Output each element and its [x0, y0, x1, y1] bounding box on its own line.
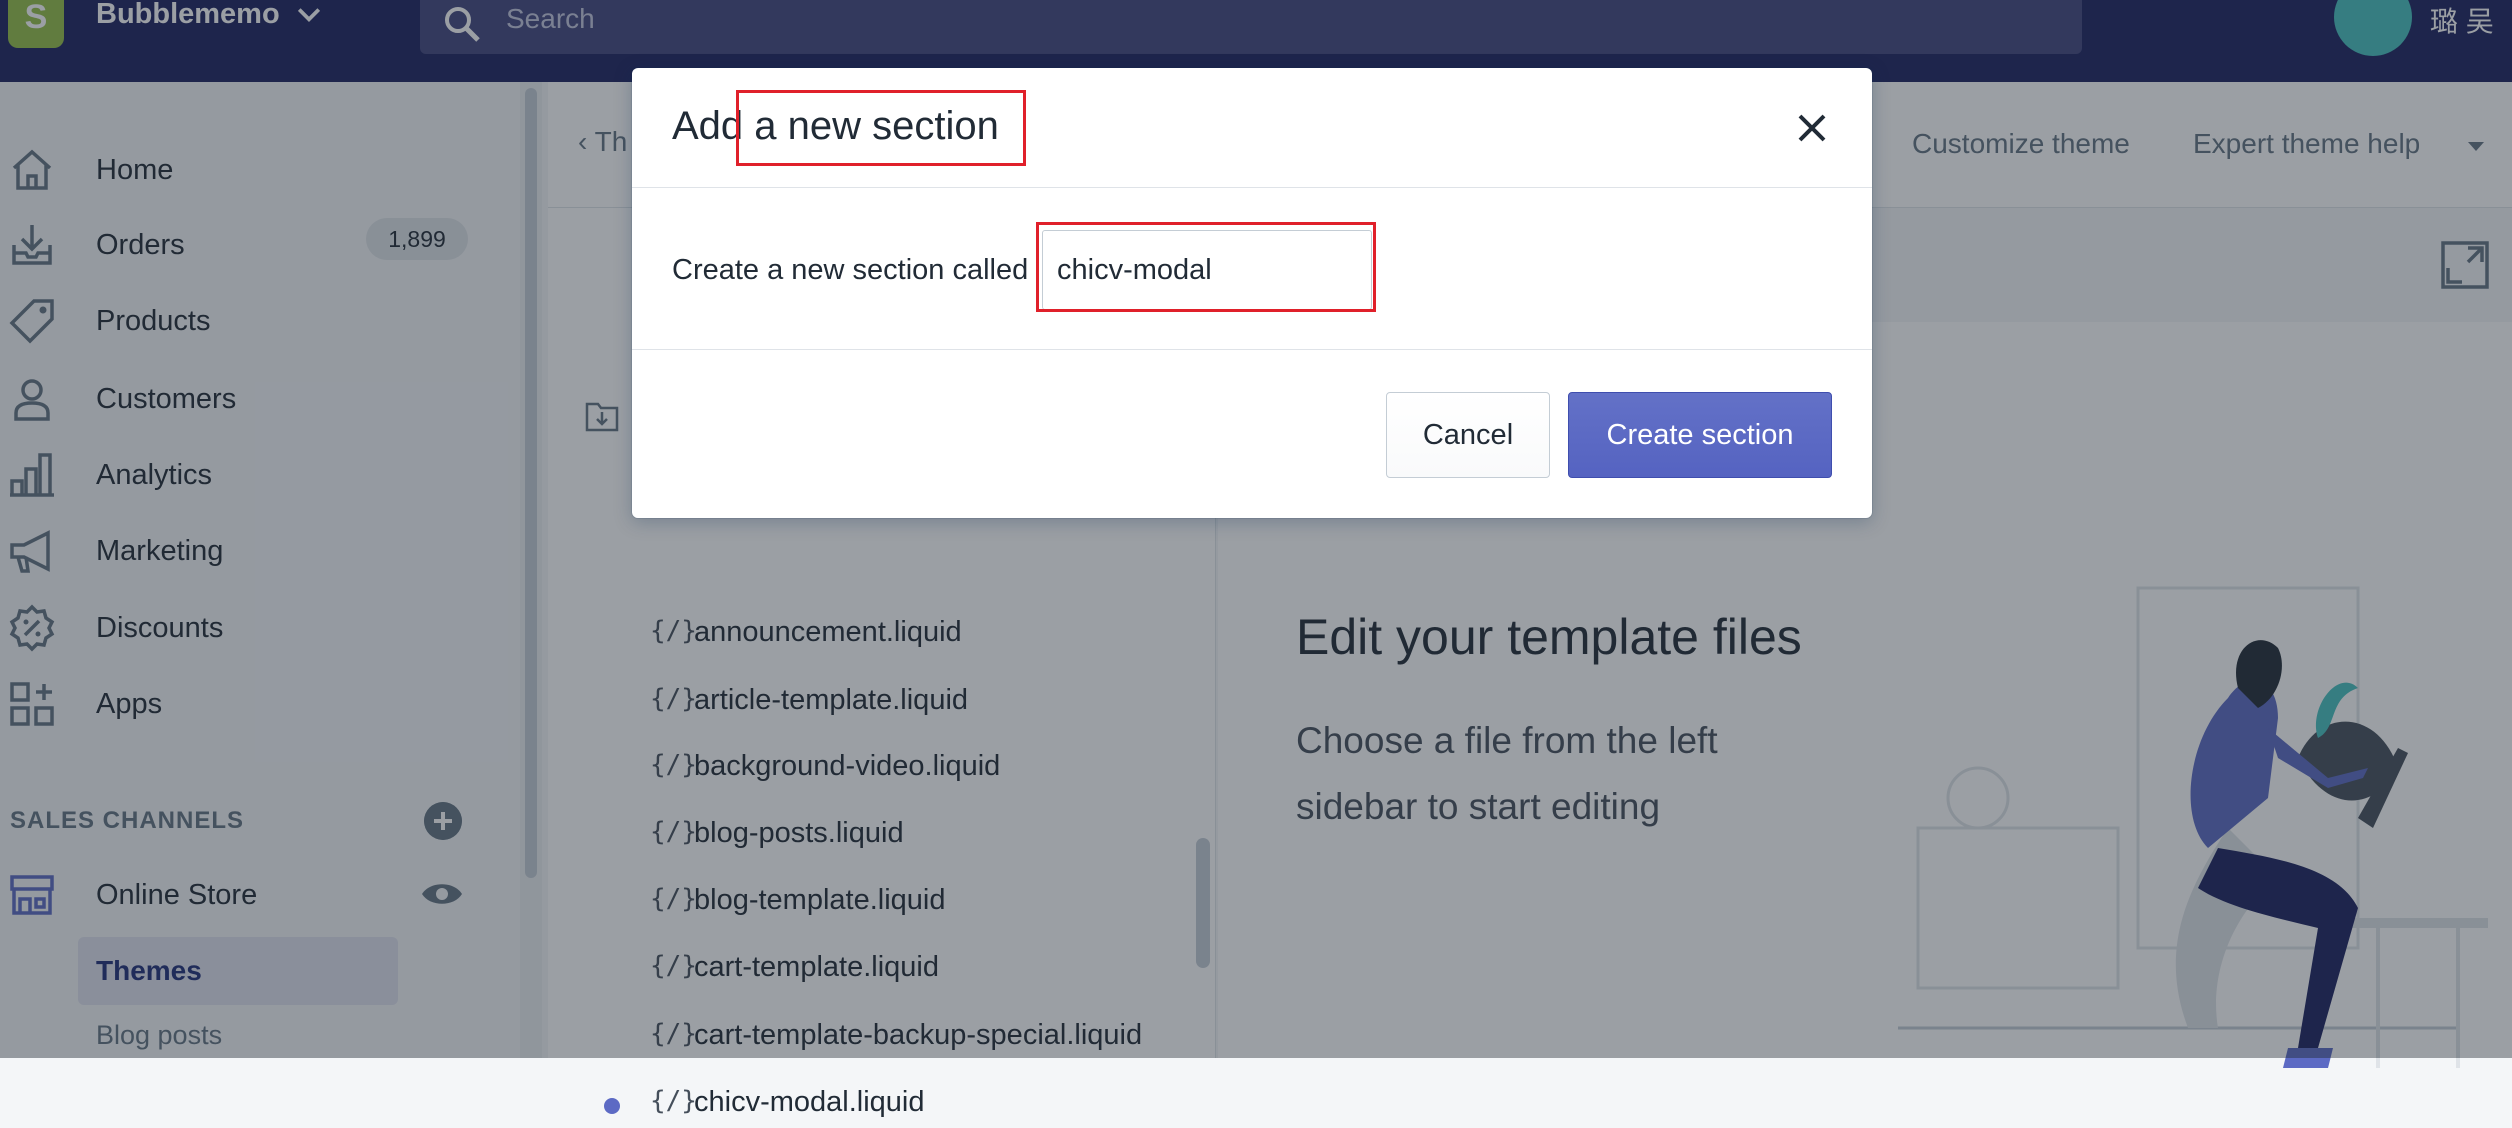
cancel-button[interactable]: Cancel	[1386, 392, 1550, 478]
file-item[interactable]: {/} chicv-modal.liquid	[604, 1078, 1210, 1128]
file-name: chicv-modal.liquid	[694, 1086, 925, 1118]
create-section-button[interactable]: Create section	[1568, 392, 1832, 478]
unsaved-dot	[604, 1098, 620, 1114]
liquid-file-icon: {/}	[650, 1086, 697, 1116]
close-icon[interactable]	[1794, 110, 1830, 146]
section-name-label: Create a new section called	[672, 254, 1029, 286]
highlight-box-title	[736, 90, 1026, 166]
highlight-box-input	[1036, 222, 1376, 312]
